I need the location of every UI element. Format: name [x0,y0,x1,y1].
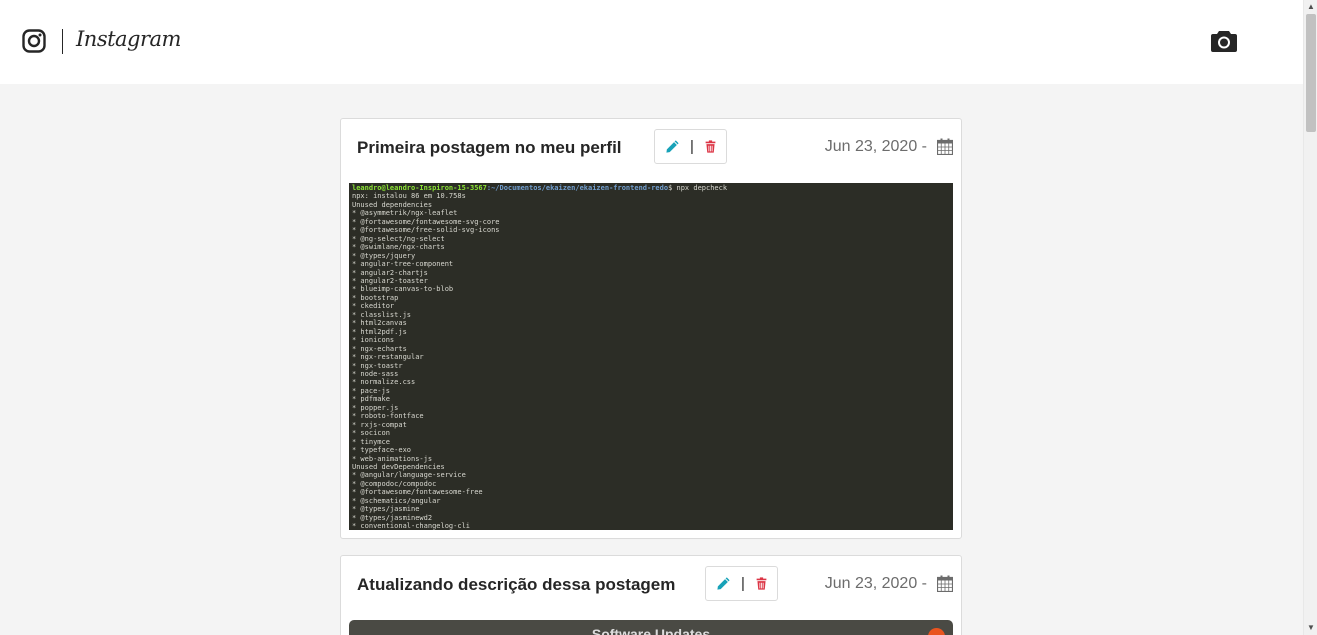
terminal-output-line: * @fortawesome/fontawesome-svg-core [352,217,500,226]
terminal-output-line: * @angular/language-service [352,471,466,480]
terminal-output-line: * conventional-changelog-cli [352,522,471,530]
terminal-output-line: * ckeditor [352,302,395,311]
post-date: Jun 23, 2020 - [824,575,927,592]
terminal-output-line: * pdfmake [352,395,390,404]
terminal-output-line: * angular2-toaster [352,276,428,285]
post-image-software-updates[interactable]: Software Updates [349,620,953,635]
terminal-output-line: * ngx-restangular [352,353,424,362]
terminal-output-line: * popper.js [352,403,399,412]
edit-pencil-icon[interactable] [665,139,680,155]
terminal-output-line: * html2canvas [352,319,407,328]
camera-icon[interactable] [1210,29,1238,53]
post-date: Jun 23, 2020 - [824,138,927,155]
delete-trash-icon[interactable] [704,139,717,155]
terminal-output-line: npx: instalou 86 em 10.758s [352,192,466,201]
terminal-output-line: * web-animations-js [352,454,433,463]
terminal-output-line: * html2pdf.js [352,327,407,336]
instagram-wordmark[interactable]: Instagram [76,27,181,51]
terminal-output-line: * @types/jquery [352,251,416,260]
terminal-output-line: * rxjs-compat [352,420,407,429]
terminal-output-line: * @types/jasmine [352,505,420,514]
terminal-output-line: Unused devDependencies [352,462,445,471]
terminal-output-line: * angular2-chartjs [352,268,428,277]
terminal-output-line: * @ng-select/ng-select [352,234,445,243]
terminal-output: npx: instalou 86 em 10.758s Unused depend… [352,192,950,530]
terminal-output-line: * @types/jasminewd2 [352,513,433,522]
instagram-logo-icon[interactable] [22,29,46,53]
software-updates-title: Software Updates [591,626,711,635]
terminal-output-line: * @swimlane/ngx-charts [352,243,445,252]
calendar-icon [937,138,953,155]
terminal-output-line: * ionicons [352,336,395,345]
vertical-scrollbar[interactable]: ▲ ▼ [1303,0,1317,635]
action-separator: | [741,575,745,592]
terminal-output-line: * normalize.css [352,378,416,387]
terminal-output-line: * @fortawesome/free-solid-svg-icons [352,226,500,235]
terminal-output-line: * tinymce [352,437,390,446]
post-actions: | [654,129,727,164]
terminal-output-line: * bootstrap [352,293,399,302]
delete-trash-icon[interactable] [755,576,768,592]
edit-pencil-icon[interactable] [716,576,731,592]
post-card: Primeira postagem no meu perfil | Jun 23… [340,118,962,539]
terminal-prompt-line: leandro@leandro-Inspiron-15-3567:~/Docum… [352,184,728,192]
terminal-output-line: * roboto-fontface [352,412,424,421]
terminal-output-line: * @compodoc/compodoc [352,479,437,488]
terminal-output-line: * @asymmetrik/ngx-leaflet [352,209,458,218]
calendar-icon [937,575,953,592]
logo-divider [62,29,63,54]
terminal-output-line: * ngx-toastr [352,361,403,370]
terminal-output-line: * @fortawesome/fontawesome-free [352,488,483,497]
terminal-output-line: * @schematics/angular [352,496,441,505]
scroll-up-arrow-icon[interactable]: ▲ [1304,0,1317,14]
top-navbar: Instagram [0,0,1303,84]
terminal-output-line: * classlist.js [352,310,412,319]
post-title: Atualizando descrição dessa postagem [357,575,676,594]
post-actions: | [705,566,778,601]
terminal-output-line: * pace-js [352,386,390,395]
terminal-output-line: * node-sass [352,369,399,378]
terminal-output-line: * ngx-echarts [352,344,407,353]
post-card: Atualizando descrição dessa postagem | J… [340,555,962,635]
post-title: Primeira postagem no meu perfil [357,138,622,157]
action-separator: | [690,138,694,155]
scroll-down-arrow-icon[interactable]: ▼ [1304,621,1317,635]
scrollbar-thumb[interactable] [1306,14,1316,132]
terminal-output-line: * angular-tree-component [352,260,454,269]
terminal-output-line: Unused dependencies [352,200,433,209]
terminal-output-line: * blueimp-canvas-to-blob [352,285,454,294]
terminal-output-line: * typeface-exo [352,446,412,455]
post-image-terminal[interactable]: leandro@leandro-Inspiron-15-3567:~/Docum… [349,183,953,530]
terminal-output-line: * socicon [352,429,390,438]
